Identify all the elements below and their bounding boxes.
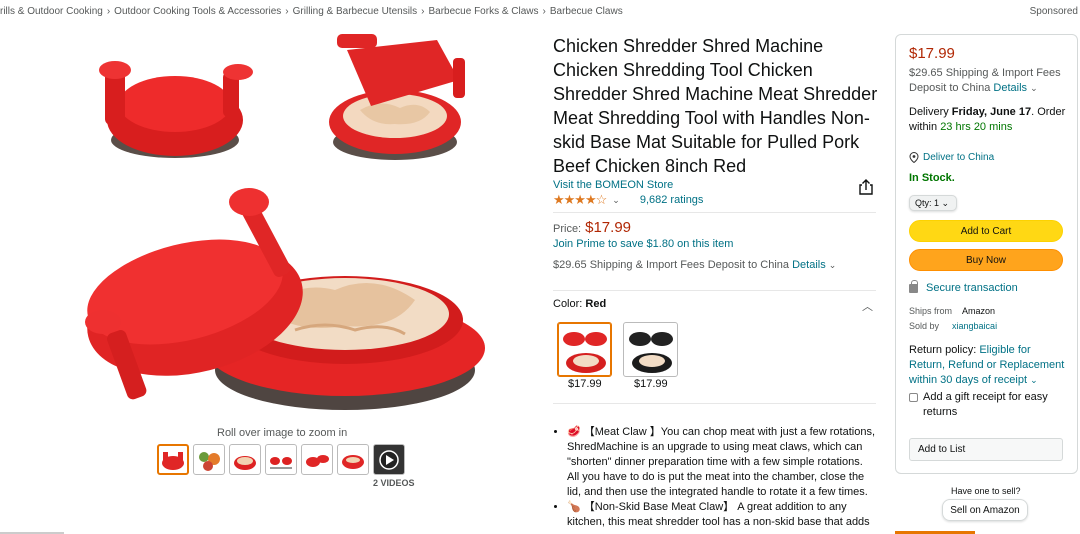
breadcrumb-link[interactable]: Grilling & Barbecue Utensils <box>293 6 418 17</box>
location-pin-icon <box>909 152 919 163</box>
secure-transaction[interactable]: Secure transaction <box>909 279 1018 294</box>
sold-by-label: Sold by <box>909 321 940 331</box>
shipping-info: $29.65 Shipping & Import Fees Deposit to… <box>553 259 836 271</box>
breadcrumb-link[interactable]: Outdoor Cooking Tools & Accessories <box>114 6 281 17</box>
swatch-price: $17.99 <box>634 378 668 390</box>
qty-value: Qty: 1 <box>915 198 940 208</box>
chevron-down-icon: ⌄ <box>941 198 950 208</box>
divider <box>553 403 876 404</box>
thumbnail-3[interactable] <box>229 444 261 475</box>
add-to-cart-button[interactable]: Add to Cart <box>909 220 1063 242</box>
delivery-prefix: Delivery <box>909 106 949 118</box>
thumbnail-video[interactable] <box>373 444 405 475</box>
sell-on-amazon-button[interactable]: Sell on Amazon <box>942 499 1028 521</box>
buybox-price: $17.99 <box>909 45 955 62</box>
product-image-main[interactable] <box>75 30 485 425</box>
prime-savings-link[interactable]: Join Prime to save $1.80 on this item <box>553 238 733 250</box>
ships-from-label: Ships from <box>909 306 953 316</box>
chevron-down-icon[interactable]: ⌄ <box>829 260 837 270</box>
seller-link[interactable]: xiangbaicai <box>952 321 997 331</box>
gift-receipt-checkbox[interactable] <box>909 393 918 402</box>
swatch-price: $17.99 <box>568 378 602 390</box>
thumbnail-1[interactable] <box>157 444 189 475</box>
rating-row: ★★★★☆ ⌄ 9,682 ratings <box>553 192 703 208</box>
stock-status: In Stock. <box>909 172 955 184</box>
star-rating-icon[interactable]: ★★★★☆ <box>553 192 607 208</box>
deliver-to[interactable]: Deliver to China <box>909 152 994 163</box>
price-row: Price: $17.99 <box>553 219 631 236</box>
divider <box>553 290 876 291</box>
shipping-details-link[interactable]: Details <box>792 259 826 271</box>
chevron-up-icon[interactable]: ︿ <box>862 298 873 314</box>
add-to-list-button[interactable]: Add to List <box>909 438 1063 461</box>
breadcrumb-separator: › <box>106 6 111 17</box>
delivery-date: Friday, June 17 <box>951 106 1032 118</box>
color-value: Red <box>585 298 607 310</box>
buybox-shipping-text: $29.65 Shipping & Import Fees Deposit to… <box>909 67 1061 94</box>
ships-from: Ships from Amazon <box>909 306 995 316</box>
shipping-text: $29.65 Shipping & Import Fees Deposit to… <box>553 259 790 271</box>
gift-receipt[interactable]: Add a gift receipt for easy returns <box>909 390 1069 420</box>
buybox-shipping: $29.65 Shipping & Import Fees Deposit to… <box>909 66 1069 96</box>
chevron-down-icon[interactable]: ⌄ <box>612 195 620 206</box>
store-link[interactable]: Visit the BOMEON Store <box>553 179 878 191</box>
color-label-text: Color: <box>553 298 583 310</box>
breadcrumb-separator: › <box>421 6 425 17</box>
quantity-select[interactable]: Qty: 1 ⌄ <box>909 195 957 211</box>
color-swatch-black[interactable] <box>623 322 678 377</box>
image-shredder-open <box>329 34 465 160</box>
secure-transaction-link[interactable]: Secure transaction <box>926 282 1018 294</box>
bullet-text: 【Non-Skid Base Meat Claw】 A great additi… <box>567 501 870 528</box>
delivery-info: Delivery Friday, June 17. Order within 2… <box>909 105 1069 135</box>
thumbnail-4[interactable] <box>265 444 297 475</box>
color-swatch-red[interactable] <box>557 322 612 377</box>
breadcrumb-separator: › <box>285 6 289 17</box>
bullet-item: 🥩 【Meat Claw 】You can chop meat with jus… <box>567 425 875 500</box>
feature-bullets: 🥩 【Meat Claw 】You can chop meat with jus… <box>555 425 875 530</box>
price-value: $17.99 <box>585 219 632 236</box>
color-selector-label: Color: Red <box>553 298 606 310</box>
divider <box>553 212 876 213</box>
zoom-hint: Roll over image to zoom in <box>217 427 348 439</box>
image-shredder-closed <box>99 61 253 158</box>
buybox-details-link[interactable]: Details <box>993 82 1027 94</box>
chevron-down-icon[interactable]: ⌄ <box>1030 375 1038 385</box>
ratings-count-link[interactable]: 9,682 ratings <box>640 194 704 206</box>
buy-now-button[interactable]: Buy Now <box>909 249 1063 271</box>
chicken-leg-icon: 🍗 <box>567 501 581 513</box>
breadcrumb: rills & Outdoor Cooking › Outdoor Cooking … <box>0 6 623 17</box>
bullet-text: 【Meat Claw 】You can chop meat with just … <box>567 426 875 498</box>
delivery-window: 23 hrs 20 mins <box>940 121 1013 133</box>
breadcrumb-link[interactable]: Barbecue Forks & Claws <box>428 6 538 17</box>
breadcrumb-separator: › <box>542 6 546 17</box>
return-policy: Return policy: Eligible for Return, Refu… <box>909 343 1069 388</box>
return-policy-label: Return policy: <box>909 344 977 356</box>
meat-icon: 🥩 <box>567 426 581 438</box>
breadcrumb-link[interactable]: rills & Outdoor Cooking <box>0 6 103 17</box>
product-title: Chicken Shredder Shred Machine Chicken S… <box>553 36 878 176</box>
chevron-down-icon[interactable]: ⌄ <box>1030 83 1038 93</box>
sell-question: Have one to sell? <box>951 486 1021 496</box>
gift-receipt-label[interactable]: Add a gift receipt for easy returns <box>923 390 1069 420</box>
videos-count: 2 VIDEOS <box>373 478 415 488</box>
image-shredder-large <box>85 188 485 410</box>
thumbnail-strip <box>157 444 405 475</box>
lock-icon <box>909 279 918 293</box>
product-info: Chicken Shredder Shred Machine Chicken S… <box>553 34 878 191</box>
thumbnail-6[interactable] <box>337 444 369 475</box>
deliver-to-link[interactable]: Deliver to China <box>923 152 994 163</box>
sponsored-label: Sponsored <box>1029 6 1078 17</box>
sold-by: Sold by xiangbaicai <box>909 321 997 331</box>
ships-from-value: Amazon <box>962 306 996 316</box>
thumbnail-2[interactable] <box>193 444 225 475</box>
bullet-item: 🍗 【Non-Skid Base Meat Claw】 A great addi… <box>567 500 875 530</box>
breadcrumb-link[interactable]: Barbecue Claws <box>550 6 623 17</box>
share-icon[interactable] <box>859 179 873 195</box>
thumbnail-5[interactable] <box>301 444 333 475</box>
price-label: Price: <box>553 223 582 235</box>
